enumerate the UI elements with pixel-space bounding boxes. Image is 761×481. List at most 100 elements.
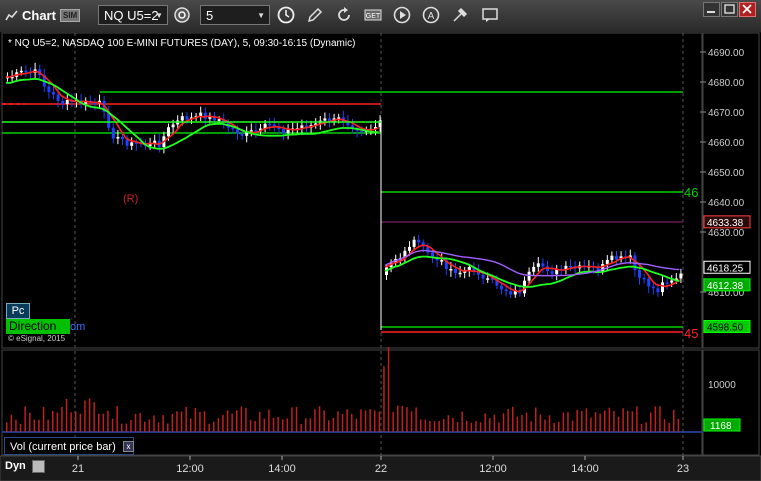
- volume-bar: [65, 398, 68, 432]
- volume-bar: [88, 398, 91, 432]
- volume-bar: [631, 411, 634, 432]
- candle: [541, 263, 545, 267]
- candle: [19, 70, 23, 73]
- volume-bar: [282, 419, 284, 432]
- candle: [203, 112, 207, 119]
- volume-bar: [337, 411, 339, 432]
- candle: [642, 277, 646, 280]
- volume-bar: [134, 413, 137, 432]
- candle: [615, 255, 618, 260]
- direction-button[interactable]: Direction: [6, 319, 70, 334]
- volume-bar: [415, 407, 417, 432]
- candle: [486, 278, 490, 280]
- candle: [504, 289, 508, 292]
- volume-bar: [613, 411, 615, 432]
- volume-bar: [645, 422, 647, 432]
- price-tag-label: 4618.25: [707, 263, 744, 274]
- volume-bar: [291, 407, 293, 432]
- candle: [679, 273, 683, 279]
- time-tick-label: 21: [72, 463, 84, 475]
- candle: [481, 274, 485, 279]
- volume-bar: [351, 413, 353, 432]
- volume-bar: [374, 410, 376, 432]
- volume-bar: [512, 406, 514, 432]
- candle: [217, 119, 221, 121]
- direction-suffix: om: [70, 321, 86, 333]
- volume-bar: [604, 410, 606, 432]
- volume-bar: [222, 414, 224, 432]
- candle: [569, 265, 572, 268]
- volume-bar: [323, 410, 325, 432]
- volume-bar: [429, 421, 431, 432]
- volume-bar: [305, 418, 307, 432]
- volume-bar: [484, 413, 486, 432]
- volume-bar: [314, 409, 316, 432]
- close-icon[interactable]: x: [123, 441, 134, 452]
- volume-bar: [328, 420, 330, 432]
- volume-bar: [47, 419, 49, 432]
- volume-bar: [424, 419, 427, 432]
- volume-bar: [286, 418, 289, 432]
- time-tick-label: 12:00: [479, 463, 507, 475]
- volume-bar: [121, 423, 123, 432]
- price-tick-label: 4670.00: [708, 108, 745, 119]
- time-tick-label: 12:00: [176, 463, 204, 475]
- volume-bar: [608, 407, 611, 432]
- candle: [231, 127, 235, 130]
- volume-bar: [378, 411, 381, 432]
- price-tick-label: 4680.00: [708, 78, 745, 89]
- copyright: © eSignal, 2015: [8, 334, 66, 343]
- volume-bar: [535, 407, 537, 432]
- volume-bar: [70, 412, 72, 432]
- time-tick-label: 22: [375, 463, 387, 475]
- volume-bar: [590, 417, 592, 432]
- volume-bar: [139, 413, 141, 432]
- volume-bar: [447, 415, 450, 432]
- candle: [458, 272, 462, 275]
- price-tick-label: 4650.00: [708, 168, 745, 179]
- volume-bar: [332, 417, 335, 432]
- volume-bar: [406, 407, 408, 432]
- volume-bar: [401, 406, 404, 432]
- candle: [65, 100, 69, 104]
- candle: [417, 239, 421, 243]
- volume-bar: [130, 419, 132, 432]
- volume-bar: [594, 412, 597, 432]
- volume-bar: [208, 423, 210, 432]
- price-tick-label: 4640.00: [708, 198, 745, 209]
- volume-bar: [585, 408, 588, 432]
- volume-bar: [640, 423, 643, 432]
- volume-bar: [654, 406, 657, 432]
- pc-button[interactable]: Pc: [6, 303, 30, 319]
- volume-bar: [364, 410, 367, 432]
- volume-bar: [392, 411, 394, 432]
- candle: [532, 266, 536, 272]
- volume-bar: [180, 411, 183, 432]
- volume-bar: [470, 422, 473, 432]
- candle: [500, 285, 503, 290]
- volume-bar: [84, 400, 86, 432]
- volume-bar: [581, 411, 583, 432]
- candle: [56, 94, 60, 101]
- volume-bar: [530, 421, 532, 432]
- volume-bar: [553, 422, 555, 432]
- volume-bar: [107, 410, 109, 432]
- marker-label: (R): [123, 193, 138, 205]
- candle: [550, 271, 554, 275]
- price-chart[interactable]: 46 45 (R) 4690.00 4680.00 4670.00 4660.00 4650…: [0, 0, 761, 481]
- volume-bar: [397, 405, 399, 432]
- dyn-button[interactable]: [32, 460, 45, 473]
- candle: [116, 136, 120, 139]
- candle: [454, 268, 457, 274]
- level-label-lower: 45: [684, 326, 698, 341]
- candle: [665, 282, 669, 284]
- candle: [236, 129, 239, 134]
- candle: [171, 124, 175, 128]
- volume-bar: [558, 421, 560, 432]
- volume-bar: [93, 402, 95, 432]
- price-tick-label: 4630.00: [708, 228, 745, 239]
- candle: [449, 268, 453, 271]
- volume-bar: [489, 418, 491, 432]
- volume-bar: [461, 411, 463, 432]
- candle: [638, 269, 641, 278]
